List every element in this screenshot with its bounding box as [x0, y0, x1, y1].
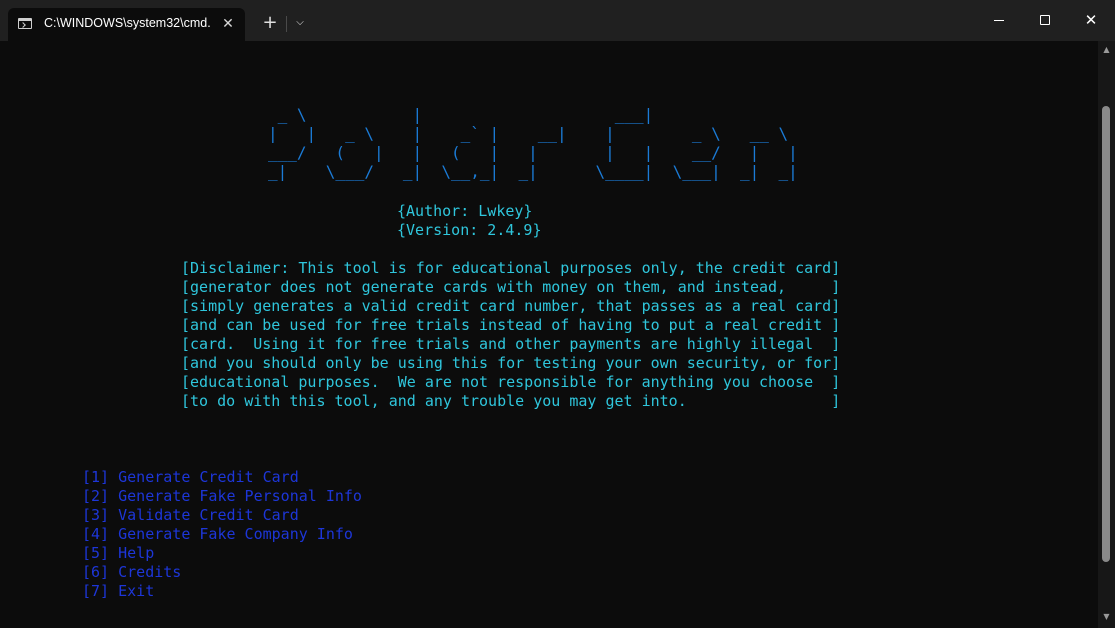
close-tab-icon[interactable]: ✕ [218, 14, 238, 34]
vertical-scrollbar[interactable]: ▲ ▼ [1098, 41, 1115, 628]
author-line: {Author: Lwkey} [397, 202, 533, 220]
title-bar: C:\WINDOWS\system32\cmd. ✕ + ⌵ ✕ [0, 0, 1115, 41]
maximize-button[interactable] [1022, 0, 1068, 40]
chevron-down-icon[interactable]: ⌵ [292, 12, 308, 34]
ascii-banner: _ \ | ___| | | _ \ | _` | __| | _ \ __ \… [268, 105, 798, 181]
minimize-button[interactable] [976, 0, 1022, 40]
menu-item-exit: [7] Exit [82, 582, 155, 600]
close-window-button[interactable]: ✕ [1068, 0, 1114, 40]
disclaimer-line: [to do with this tool, and any trouble y… [181, 392, 841, 410]
tab-divider [286, 16, 287, 32]
scrollbar-thumb[interactable] [1102, 106, 1110, 562]
disclaimer-line: [Disclaimer: This tool is for educationa… [181, 259, 841, 277]
terminal-tab[interactable]: C:\WINDOWS\system32\cmd. ✕ [8, 8, 245, 41]
terminal-output[interactable]: _ \ | ___| | | _ \ | _` | __| | _ \ __ \… [0, 41, 1098, 628]
disclaimer-line: [and you should only be using this for t… [181, 354, 841, 372]
scroll-up-icon[interactable]: ▲ [1098, 43, 1115, 57]
menu-item-validate-credit-card: [3] Validate Credit Card [82, 506, 299, 524]
menu-item-generate-fake-company-info: [4] Generate Fake Company Info [82, 525, 353, 543]
new-tab-button[interactable]: + [258, 11, 282, 35]
disclaimer-line: [card. Using it for free trials and othe… [181, 335, 841, 353]
menu-item-generate-credit-card: [1] Generate Credit Card [82, 468, 299, 486]
console-icon [18, 18, 32, 29]
tab-title: C:\WINDOWS\system32\cmd. [44, 16, 211, 30]
disclaimer-line: [generator does not generate cards with … [181, 278, 841, 296]
disclaimer-line: [and can be used for free trials instead… [181, 316, 841, 334]
disclaimer-line: [simply generates a valid credit card nu… [181, 297, 841, 315]
menu-item-generate-fake-personal-info: [2] Generate Fake Personal Info [82, 487, 362, 505]
menu-item-help: [5] Help [82, 544, 155, 562]
menu-item-credits: [6] Credits [82, 563, 182, 581]
version-line: {Version: 2.4.9} [397, 221, 542, 239]
disclaimer-line: [educational purposes. We are not respon… [181, 373, 841, 391]
scroll-down-icon[interactable]: ▼ [1098, 610, 1115, 624]
